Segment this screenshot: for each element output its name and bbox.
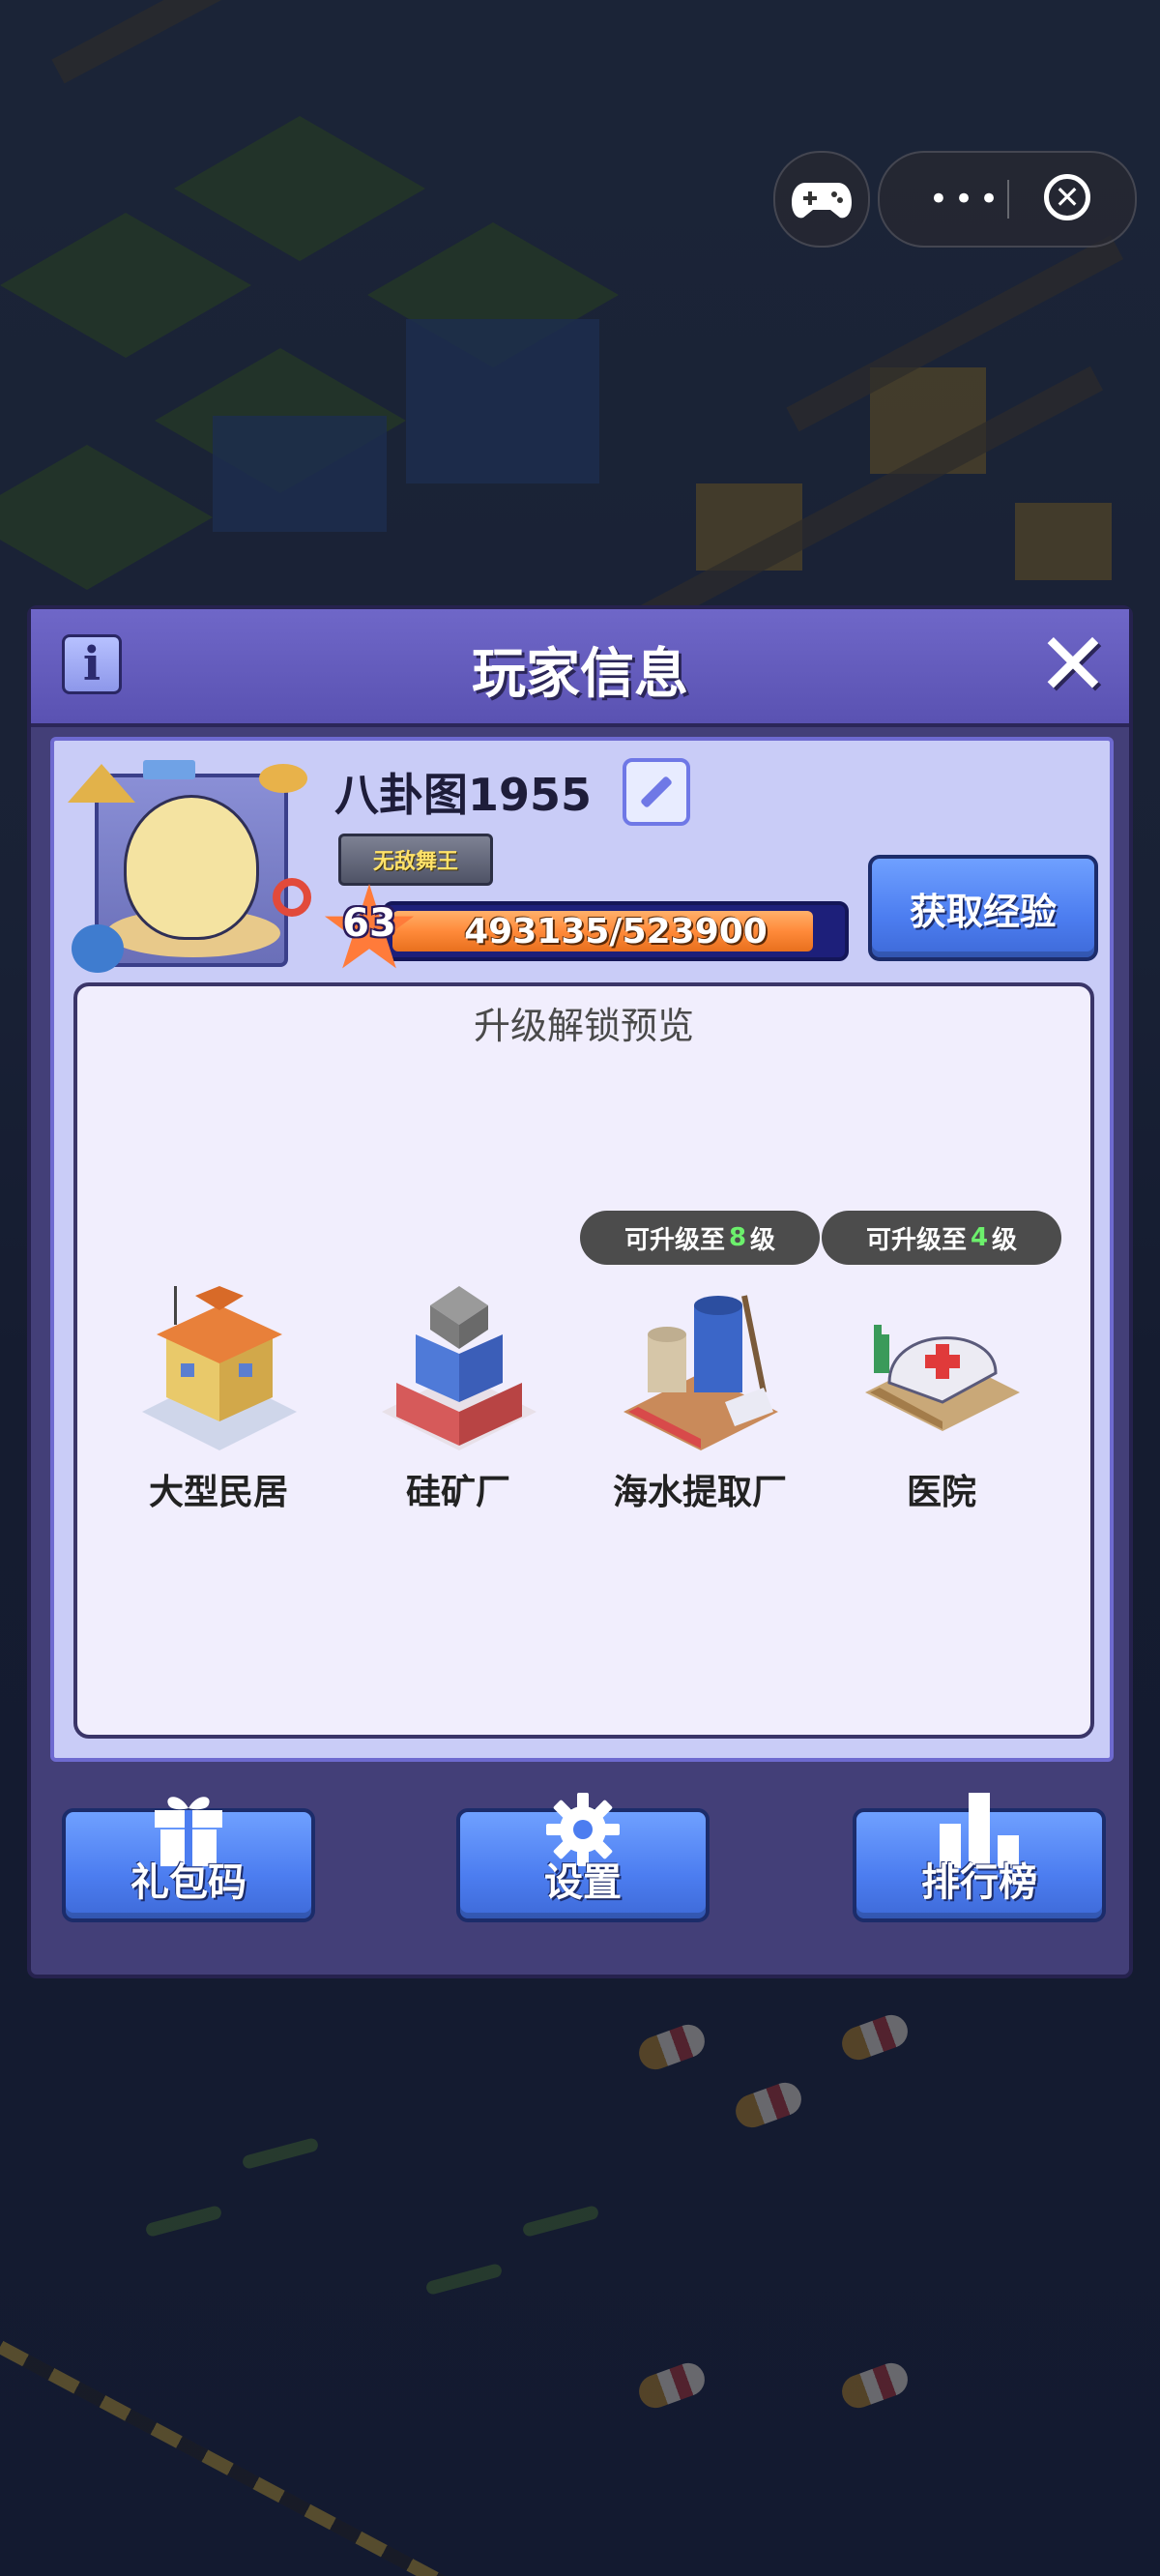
house-icon (142, 1286, 297, 1450)
settings-label: 设置 (544, 1860, 622, 1905)
seawater-plant-icon (624, 1295, 778, 1450)
building-item[interactable]: 大型民居 (102, 1267, 334, 1518)
upgrade-tag-level: 4 (970, 1223, 989, 1252)
close-mini-program-button[interactable]: ✕ (1044, 174, 1090, 220)
gift-code-button[interactable]: 礼包码 (62, 1797, 315, 1922)
pencil-icon (640, 776, 673, 808)
building-name: 硅矿厂 (405, 1473, 510, 1512)
upgrade-tag-prefix: 可升级至 (624, 1225, 725, 1255)
upgrade-preview-box: 升级解锁预览 大型民居 硅矿厂 可升级至 8 级 海水提取厂 可升级至 4 级 … (73, 982, 1094, 1739)
wave-icon (72, 924, 124, 973)
silicon-mine-icon (382, 1286, 536, 1450)
building-item[interactable]: 硅矿厂 (342, 1267, 574, 1518)
player-name: 八卦图1955 (334, 769, 593, 821)
upgrade-level-tag: 可升级至 8 级 (580, 1211, 820, 1265)
upgrade-tag-level: 8 (728, 1223, 747, 1252)
player-level: 63 (342, 901, 396, 946)
exp-progress-bar: 493135/523900 (383, 901, 849, 961)
building-name: 海水提取厂 (612, 1473, 787, 1512)
player-avatar[interactable] (68, 754, 315, 979)
exp-progress-text: 493135/523900 (464, 911, 768, 951)
leaderboard-button[interactable]: 排行榜 (853, 1793, 1106, 1922)
dialog-title: 玩家信息 (472, 643, 688, 706)
building-item[interactable]: 可升级至 8 级 海水提取厂 (580, 1211, 820, 1518)
gift-code-label: 礼包码 (130, 1860, 246, 1905)
close-icon: ✕ (1036, 614, 1110, 716)
player-title-badge: 无敌舞王 (338, 834, 493, 886)
capsule-divider (1007, 180, 1009, 219)
summer-sign-icon (143, 760, 195, 779)
hospital-icon (865, 1325, 1020, 1431)
edit-name-button[interactable] (623, 758, 690, 826)
building-name: 大型民居 (148, 1473, 288, 1512)
building-item[interactable]: 可升级至 4 级 医院 (822, 1211, 1061, 1518)
upgrade-tag-suffix: 级 (992, 1225, 1018, 1255)
building-name: 医院 (906, 1473, 976, 1512)
straw-hat-icon (259, 764, 307, 793)
close-dialog-button[interactable]: ✕ (1036, 622, 1110, 709)
upgrade-preview-title: 升级解锁预览 (473, 1005, 694, 1047)
leaderboard-label: 排行榜 (921, 1860, 1037, 1905)
player-info-dialog: i 玩家信息 ✕ 八卦图1955 无敌舞王 493135/523900 63 获… (27, 605, 1133, 1978)
upgrade-tag-suffix: 级 (750, 1225, 776, 1255)
upgrade-tag-prefix: 可升级至 (865, 1225, 967, 1255)
player-content-panel: 八卦图1955 无敌舞王 493135/523900 63 获取经验 升级解锁预… (50, 737, 1114, 1762)
lifebuoy-icon (273, 878, 311, 917)
mini-program-capsule: ••• ✕ (878, 151, 1137, 248)
avatar-face (124, 795, 259, 940)
settings-button[interactable]: 设置 (456, 1793, 710, 1922)
gamepad-icon (792, 183, 852, 219)
dialog-header: i 玩家信息 ✕ (31, 609, 1129, 727)
more-options-button[interactable]: ••• (918, 153, 1015, 246)
game-center-button[interactable] (773, 151, 870, 248)
upgrade-level-tag: 可升级至 4 级 (822, 1211, 1061, 1265)
gain-exp-button[interactable]: 获取经验 (868, 855, 1098, 961)
